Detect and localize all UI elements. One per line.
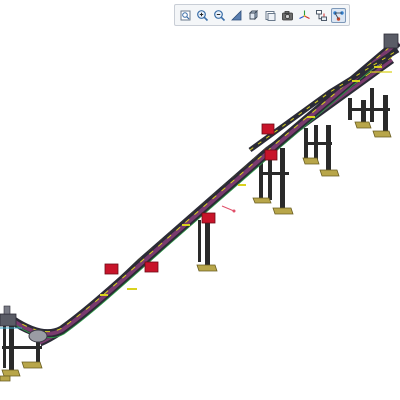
cad-viewport[interactable]: [0, 0, 400, 400]
foot-plates: [0, 121, 392, 382]
conveyor-3d-model[interactable]: [0, 0, 400, 400]
selection-marker: [221, 205, 236, 213]
